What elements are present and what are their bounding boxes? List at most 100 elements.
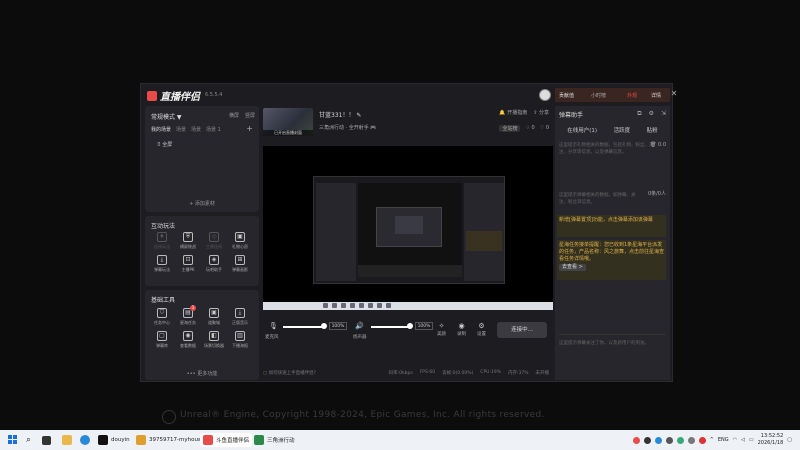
tool-item[interactable]: ⊞ 弹幕画影: [227, 255, 253, 273]
chevron-up-icon[interactable]: ^: [710, 437, 714, 443]
notification-icon[interactable]: ▢: [787, 437, 792, 443]
tool-icon: ▣: [235, 232, 245, 242]
landscape-link[interactable]: 横屏: [229, 112, 239, 119]
stream-cover[interactable]: 已开启直播封面: [263, 108, 313, 136]
hourly-rank-tab[interactable]: 小时榜: [591, 92, 606, 99]
tab-online-users[interactable]: 在线用户(1): [567, 126, 597, 134]
mic-volume-value[interactable]: 100%: [329, 322, 347, 330]
avatar[interactable]: [539, 89, 551, 101]
tool-item[interactable]: ♦ 连线玩法: [149, 232, 175, 250]
tool-item[interactable]: ⛨ 横屏挑战: [175, 232, 201, 250]
share-link[interactable]: ⇪ 分享: [533, 109, 549, 116]
scene-tab[interactable]: 场景 1: [206, 126, 221, 133]
scene-tab[interactable]: 场景: [191, 126, 201, 133]
collapse-icon[interactable]: ⇲: [661, 110, 666, 118]
input-language[interactable]: ENG: [718, 437, 729, 443]
bitrate: 码率:0kbps: [388, 371, 413, 376]
tray-app-icon[interactable]: [687, 436, 695, 444]
browser-icon[interactable]: [80, 433, 90, 447]
preview-capture-controls: [358, 265, 462, 277]
scene-tab[interactable]: 场景: [176, 126, 186, 133]
helper-settings-icon[interactable]: ⚙: [649, 110, 654, 118]
scene-tab[interactable]: 我的场景: [151, 126, 171, 133]
mic-volume-knob[interactable]: [321, 323, 327, 329]
view-task-button[interactable]: 去查看 >: [559, 264, 586, 271]
logo-mark-icon: [147, 91, 157, 101]
stream-title[interactable]: 甘蓝331！！ ✎: [319, 110, 361, 119]
popout-icon[interactable]: ⧉: [637, 110, 641, 118]
record-button[interactable]: ◉ 录制: [457, 322, 466, 337]
taskbar-live-companion[interactable]: 斗鱼直播伴侣: [200, 433, 253, 447]
tab-fans[interactable]: 贴粉: [647, 126, 658, 134]
tool-item[interactable]: ⤓ 正版音乐: [227, 308, 253, 326]
beauty-button[interactable]: ✧ 美颜: [437, 322, 446, 337]
speaker-volume-knob[interactable]: [407, 323, 413, 329]
right-panel: 贡献值 小时榜 外观 详情 弹幕助手 ⧉ ⚙ ⇲ 在线用户(1) 活跃度 贴粉 …: [555, 88, 670, 380]
tool-item[interactable]: ▥ 下播海报: [227, 331, 253, 349]
tool-item[interactable]: ▢ 弹幕库: [149, 331, 175, 349]
mode-selector[interactable]: 常规模式 ▼: [151, 112, 182, 121]
appearance-tab[interactable]: 外观: [627, 92, 637, 99]
task-view-icon[interactable]: [42, 433, 51, 447]
taskbar-douyin[interactable]: douyin: [98, 433, 130, 447]
preview-taskbar-icon: [350, 303, 355, 308]
taskbar-myhouse[interactable]: 39759717-myhouse: [136, 433, 204, 447]
edit-icon[interactable]: ✎: [356, 112, 361, 119]
tool-label: 弹幕画影: [232, 267, 248, 272]
scene-item[interactable]: ⠿ 全屏: [157, 141, 172, 148]
tray-app-icon[interactable]: [654, 436, 662, 444]
tab-activity[interactable]: 活跃度: [614, 126, 631, 134]
help-link[interactable]: ▢ 如何快速上手直播伴侣?: [263, 370, 316, 376]
tool-item[interactable]: ◉ 查看数据: [175, 331, 201, 349]
tool-item[interactable]: ▣ 道聚城: [201, 308, 227, 326]
add-source-button[interactable]: + 添加素材: [145, 200, 259, 207]
mic-volume-slider[interactable]: [283, 326, 325, 328]
tray-app-icon[interactable]: [698, 436, 706, 444]
settings-button[interactable]: ⚙ 设置: [477, 322, 486, 337]
volume-icon[interactable]: ◁: [741, 437, 745, 443]
details-tab[interactable]: 详情: [651, 92, 661, 99]
hearts-count: 0: [545, 125, 549, 131]
tray-app-icon[interactable]: [665, 436, 673, 444]
speaker-volume-slider[interactable]: [371, 326, 411, 328]
taskbar-delta-force[interactable]: 三角洲行动: [254, 433, 295, 447]
pin-feature-notice[interactable]: 新增[弹幕置顶]功能，点击弹幕添加该弹幕: [557, 215, 666, 237]
start-icon[interactable]: [8, 435, 18, 445]
tool-item[interactable]: ⛉ 任务中心: [149, 308, 175, 326]
tool-icon: ▤ 1: [183, 305, 196, 318]
trash-icon[interactable]: 🗑: [650, 142, 658, 148]
battery-icon[interactable]: ▭: [749, 437, 754, 443]
tray-app-icon[interactable]: [643, 436, 651, 444]
tool-label: 场景切换器: [204, 343, 224, 348]
speaker-volume-value[interactable]: 100%: [415, 322, 433, 330]
wifi-icon[interactable]: ◠: [733, 437, 737, 443]
tool-item[interactable]: ◎ 主播连线: [201, 232, 227, 250]
rank-badge[interactable]: 全站榜: [499, 125, 521, 132]
task-notice: 星海任务接单提醒：您已收到1条星海平台派发的任务，产品名称：风之旅舞，点击前往星…: [557, 240, 666, 280]
tray-app-icon[interactable]: [676, 436, 684, 444]
speaker-icon[interactable]: 🔊: [355, 322, 364, 330]
file-explorer-icon[interactable]: [62, 433, 72, 447]
add-scene-icon[interactable]: +: [246, 124, 253, 133]
tool-item[interactable]: ▣ 礼物心愿: [227, 232, 253, 250]
portrait-link[interactable]: 竖屏: [245, 112, 255, 119]
guide-link[interactable]: 🔔 开播指南: [499, 109, 527, 116]
more-functions-button[interactable]: ••• 更多功能: [145, 370, 259, 377]
cover-label: 已开启直播封面: [263, 130, 313, 136]
tool-icon: ⛉: [157, 308, 167, 318]
close-icon[interactable]: ✕: [669, 89, 679, 99]
tool-item[interactable]: ◈ 玩吧助手: [201, 255, 227, 273]
connect-button[interactable]: 连接中...: [497, 322, 547, 338]
microphone-icon[interactable]: 🎙: [269, 322, 278, 330]
tool-item[interactable]: ⤓ 弹幕玩法: [149, 255, 175, 273]
clock[interactable]: 13:52:52 2026/1/18: [758, 433, 784, 447]
stream-category[interactable]: 三角洲行动 · 全开射手 🎮: [319, 124, 377, 131]
contribution-tab[interactable]: 贡献值: [559, 92, 574, 99]
tool-item[interactable]: ▤ 1 星海任务: [175, 305, 201, 326]
search-icon[interactable]: ⌕: [26, 433, 31, 447]
tool-item[interactable]: ⊡ 主播PK: [175, 255, 201, 273]
tray-app-icon[interactable]: [632, 436, 640, 444]
tool-item[interactable]: ◧ 场景切换器: [201, 331, 227, 349]
stream-preview[interactable]: [263, 146, 553, 310]
stream-stats: 全站榜 ♢ 0 ♡ 0: [499, 125, 549, 132]
